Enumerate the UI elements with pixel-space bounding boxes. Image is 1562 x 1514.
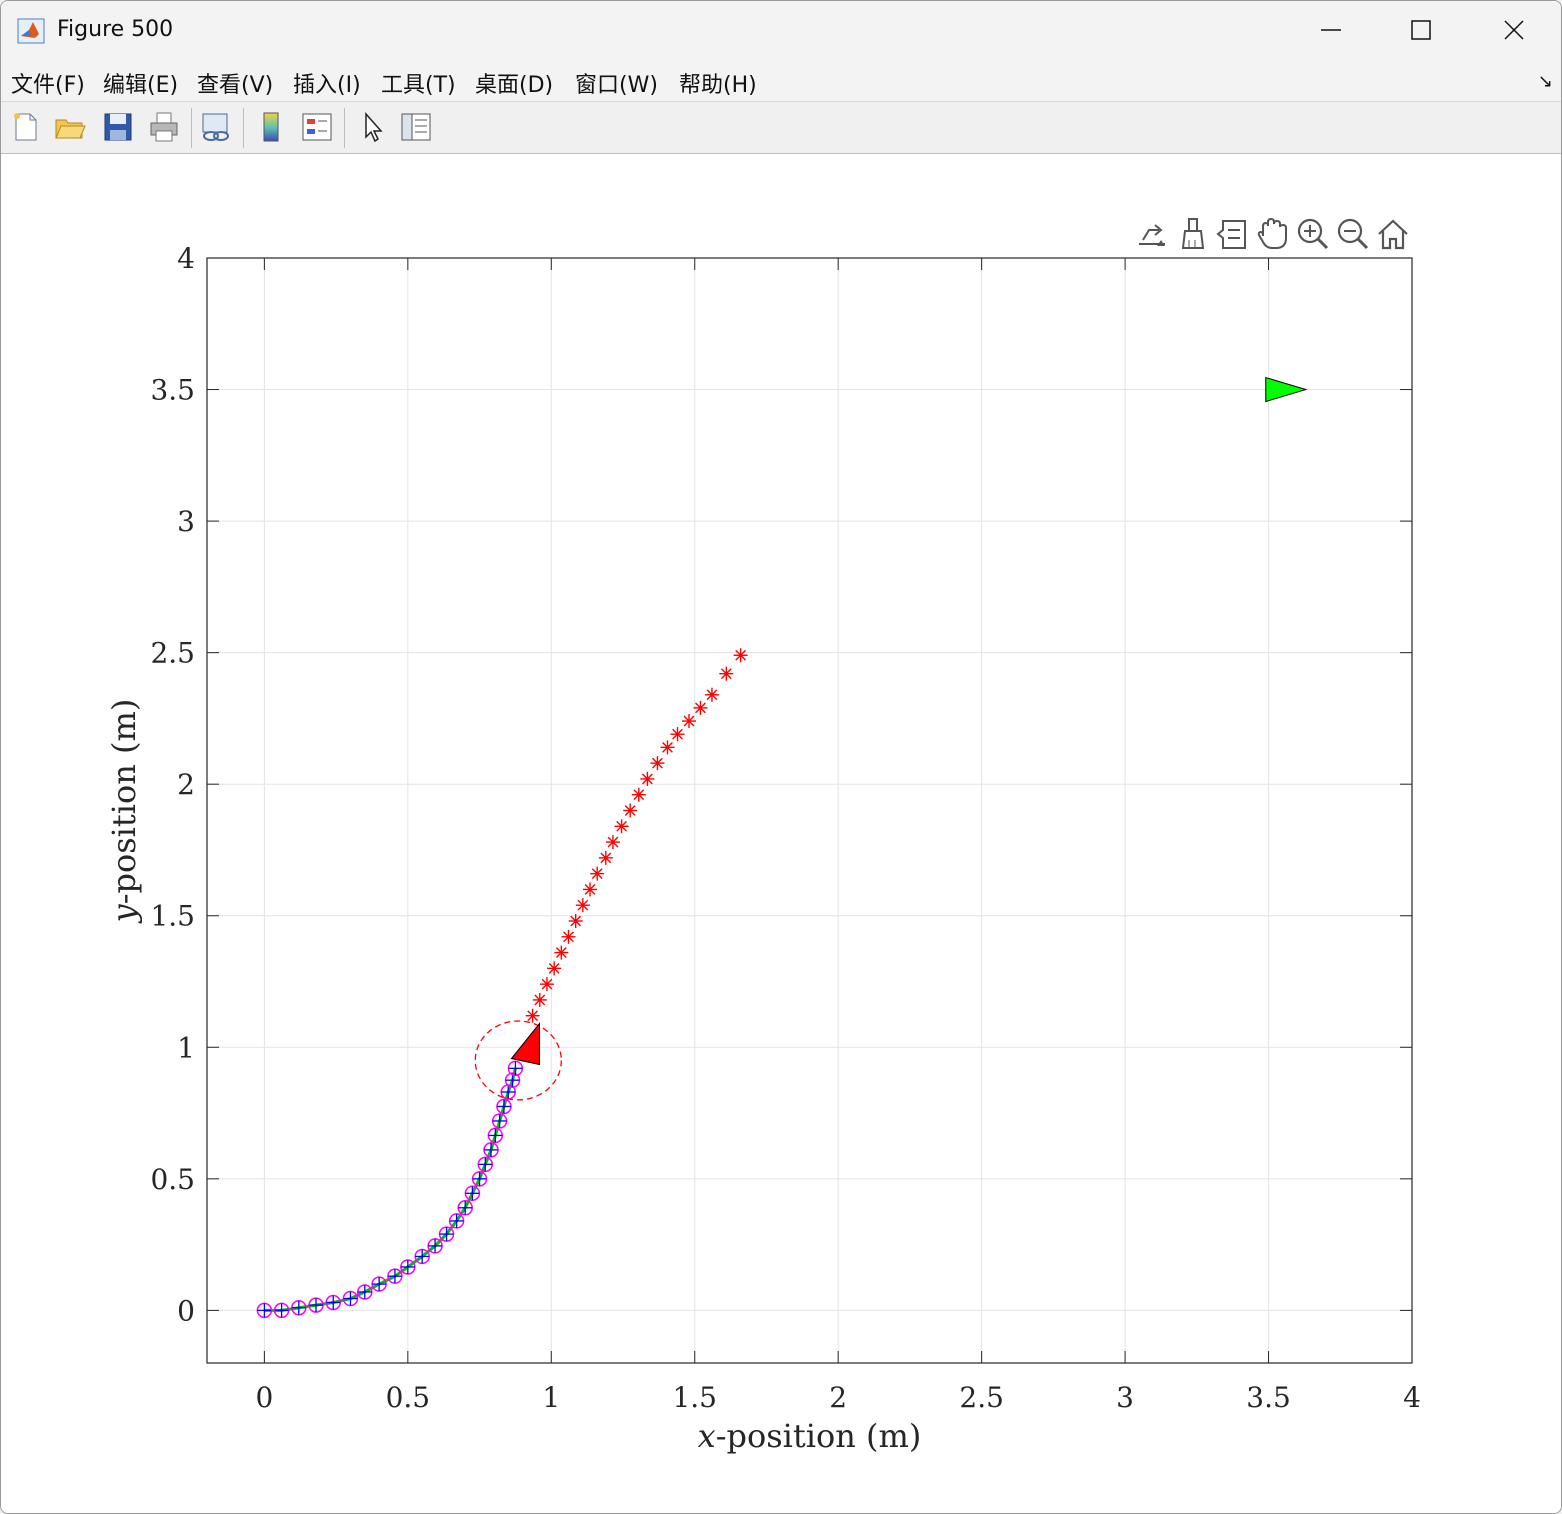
link-plot-icon[interactable] xyxy=(199,110,233,144)
toolbar-separator xyxy=(191,108,192,148)
y-tick-label: 0.5 xyxy=(150,1163,195,1196)
dock-arrow-icon[interactable]: ↘ xyxy=(1538,71,1553,92)
menu-help[interactable]: 帮助(H) xyxy=(679,67,757,99)
ticks: 0 0.5 1 1.5 2 2.5 3 3.5 4 0 0.5 1 1.5 2 2.5 3 3.5 4 xyxy=(150,242,1420,1414)
predicted-point xyxy=(614,819,629,834)
open-icon[interactable] xyxy=(53,110,87,144)
data-marks xyxy=(256,376,1308,1319)
goal-marker xyxy=(1265,376,1308,403)
predicted-point xyxy=(631,787,646,802)
figure-canvas: 0 0.5 1 1.5 2 2.5 3 3.5 4 0 0.5 1 1.5 2 2.5 3 3.5 4 x-pos… xyxy=(1,154,1561,1513)
close-button[interactable] xyxy=(1469,1,1561,59)
pointer-icon[interactable] xyxy=(357,110,391,144)
menu-insert[interactable]: 插入(I) xyxy=(293,67,361,99)
predicted-point xyxy=(650,756,665,771)
minimize-button[interactable] xyxy=(1285,1,1377,59)
x-tick-label: 3.5 xyxy=(1246,1381,1291,1414)
print-icon[interactable] xyxy=(147,110,181,144)
y-tick-label: 1 xyxy=(177,1031,195,1064)
grid xyxy=(207,257,1413,1363)
predicted-point xyxy=(605,835,620,850)
legend-icon[interactable] xyxy=(300,110,334,144)
figure-window: Figure 500 文件(F) 编辑(E) 查看(V) 插入(I) 工具(T)… xyxy=(0,0,1562,1514)
predicted-point xyxy=(623,803,638,818)
y-tick-label: 3.5 xyxy=(150,374,195,407)
robot-marker xyxy=(510,1022,540,1066)
axes-box xyxy=(206,257,1413,1364)
window-title: Figure 500 xyxy=(57,17,174,42)
colorbar-icon[interactable] xyxy=(255,110,289,144)
title-bar: Figure 500 xyxy=(1,1,1561,59)
predicted-point xyxy=(704,687,719,702)
y-tick-label: 4 xyxy=(177,242,195,275)
x-tick-label: 0.5 xyxy=(386,1381,431,1414)
x-tick-label: 4 xyxy=(1403,1381,1421,1414)
x-tick-label: 1 xyxy=(542,1381,560,1414)
predicted-point xyxy=(561,929,576,944)
predicted-point xyxy=(660,740,675,755)
menu-desktop[interactable]: 桌面(D) xyxy=(475,67,553,99)
predicted-point xyxy=(719,666,734,681)
toolbar-separator xyxy=(243,108,244,148)
predicted-point xyxy=(693,700,708,715)
matlab-icon xyxy=(17,18,45,44)
y-axis-label: y-position (m) xyxy=(105,699,143,925)
x-tick-label: 0 xyxy=(255,1381,273,1414)
y-tick-label: 0 xyxy=(177,1294,195,1327)
menu-file[interactable]: 文件(F) xyxy=(11,67,85,99)
y-tick-label: 1.5 xyxy=(150,900,195,933)
predicted-point xyxy=(539,977,554,992)
menu-view[interactable]: 查看(V) xyxy=(197,67,273,99)
toolbar-separator xyxy=(344,108,345,148)
x-tick-label: 2.5 xyxy=(959,1381,1004,1414)
predicted-point xyxy=(598,850,613,865)
plot-area: 0 0.5 1 1.5 2 2.5 3 3.5 4 0 0.5 1 1.5 2 2.5 3 3.5 4 x-pos… xyxy=(105,242,1421,1455)
menu-edit[interactable]: 编辑(E) xyxy=(103,67,178,99)
predicted-point xyxy=(532,992,547,1007)
y-tick-label: 3 xyxy=(177,505,195,538)
predicted-point xyxy=(590,866,605,881)
predicted-point xyxy=(583,882,598,897)
maximize-button[interactable] xyxy=(1377,1,1469,59)
property-inspector-icon[interactable] xyxy=(399,110,433,144)
x-tick-label: 3 xyxy=(1116,1381,1134,1414)
y-tick-label: 2 xyxy=(177,768,195,801)
maximize-icon xyxy=(1411,20,1431,40)
x-tick-label: 1.5 xyxy=(672,1381,717,1414)
predicted-point xyxy=(554,945,569,960)
predicted-point xyxy=(575,898,590,913)
predicted-point xyxy=(670,727,685,742)
predicted-point xyxy=(682,714,696,729)
predicted-point xyxy=(525,1008,540,1023)
menu-tools[interactable]: 工具(T) xyxy=(381,67,456,99)
new-figure-icon[interactable] xyxy=(9,110,43,144)
y-tick-label: 2.5 xyxy=(150,637,195,670)
minimize-icon xyxy=(1321,29,1341,31)
menu-bar: 文件(F) 编辑(E) 查看(V) 插入(I) 工具(T) 桌面(D) 窗口(W… xyxy=(1,59,1561,102)
predicted-point xyxy=(733,648,748,663)
close-icon xyxy=(1504,20,1524,40)
predicted-point xyxy=(547,961,562,976)
menu-window[interactable]: 窗口(W) xyxy=(575,67,658,99)
figure-toolbar xyxy=(1,102,1561,154)
x-axis-label: x-position (m) xyxy=(698,1417,922,1455)
x-tick-label: 2 xyxy=(829,1381,847,1414)
save-icon[interactable] xyxy=(101,110,135,144)
